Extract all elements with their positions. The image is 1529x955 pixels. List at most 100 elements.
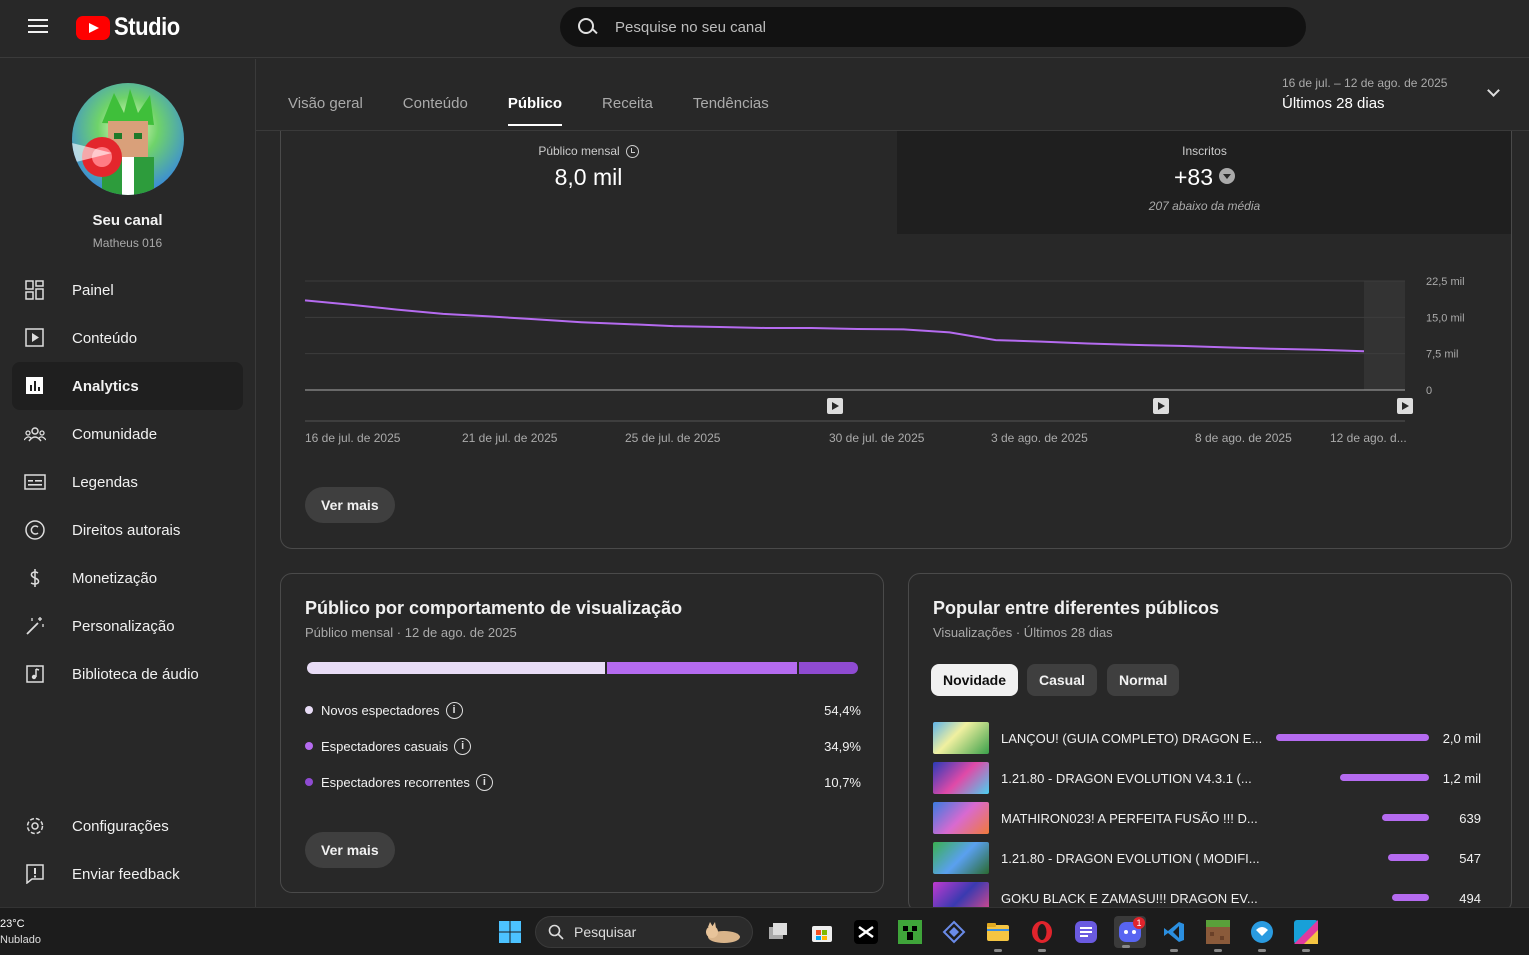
video-views: 1,2 mil <box>1442 771 1481 786</box>
legend-value: 10,7% <box>824 774 861 790</box>
metric-subscribers[interactable]: Inscritos +83 207 abaixo da média <box>897 131 1511 234</box>
sidebar-item-personalizacao[interactable]: Personalização <box>12 602 243 650</box>
sidebar-item-painel[interactable]: Painel <box>12 266 243 314</box>
windows-start-icon[interactable] <box>498 920 522 944</box>
info-icon[interactable]: i <box>475 773 493 791</box>
arrow-down-icon <box>1219 168 1235 184</box>
top-bar: Studio <box>0 0 1529 58</box>
date-range-selector[interactable]: 16 de jul. – 12 de ago. de 2025 Últimos … <box>1282 76 1512 116</box>
minecraft-icon[interactable] <box>898 920 922 944</box>
sidebar-item-conteudo[interactable]: Conteúdo <box>12 314 243 362</box>
legend-row-casual-viewers: Espectadores casuais i 34,9% <box>305 736 861 756</box>
latest-period-band <box>1364 281 1405 390</box>
behavior-segment[interactable] <box>606 662 798 674</box>
photopea-icon[interactable] <box>1294 920 1318 952</box>
y-tick-label: 7,5 mil <box>1426 349 1458 361</box>
x-tick-label: 25 de jul. de 2025 <box>625 431 721 445</box>
channel-title: Seu canal <box>92 212 163 229</box>
viewing-behavior-card: Público por comportamento de visualizaçã… <box>280 573 884 893</box>
taskbar-search[interactable]: Pesquisar <box>535 916 753 948</box>
app-icon[interactable] <box>1250 920 1274 952</box>
tab-conteudo[interactable]: Conteúdo <box>403 95 468 126</box>
metric-note: 207 abaixo da média <box>1148 199 1261 213</box>
sidebar-item-analytics[interactable]: Analytics <box>12 362 243 410</box>
card-subtitle: Público mensal · 12 de ago. de 2025 <box>305 625 517 640</box>
video-thumbnail <box>933 802 989 834</box>
see-more-button[interactable]: Ver mais <box>305 832 395 868</box>
opera-icon[interactable] <box>1030 920 1054 952</box>
video-views-bar <box>1276 734 1429 741</box>
sidebar-item-label: Monetização <box>72 569 158 587</box>
behavior-segment[interactable] <box>307 662 605 674</box>
info-icon[interactable]: i <box>454 737 472 755</box>
chip-novidade[interactable]: Novidade <box>931 664 1019 696</box>
subtitles-icon <box>24 474 46 490</box>
behavior-stacked-bar[interactable] <box>307 662 858 674</box>
sidebar-item-label: Analytics <box>72 377 139 395</box>
discord-icon[interactable]: 1 <box>1114 916 1146 948</box>
card-title: Popular entre diferentes públicos <box>933 598 1220 618</box>
see-more-button[interactable]: Ver mais <box>305 487 395 523</box>
legend-label: Novos espectadores <box>321 702 440 718</box>
video-views-bar <box>1392 894 1429 901</box>
legend-row-returning-viewers: Espectadores recorrentes i 10,7% <box>305 772 861 792</box>
video-row[interactable]: 1.21.80 - DRAGON EVOLUTION V4.3.1 (... 1… <box>933 762 1481 794</box>
vscode-icon[interactable] <box>1162 920 1186 952</box>
y-tick-label: 15,0 mil <box>1426 312 1465 324</box>
sidebar-item-label: Configurações <box>72 817 169 835</box>
video-views-bar <box>1387 854 1429 861</box>
video-row[interactable]: LANÇOU! (GUIA COMPLETO) DRAGON E... 2,0 … <box>933 722 1481 754</box>
channel-avatar[interactable] <box>72 83 184 195</box>
copyright-icon <box>25 520 45 540</box>
tab-publico[interactable]: Público <box>507 95 563 126</box>
task-view-icon[interactable] <box>766 920 790 944</box>
search-bar[interactable] <box>560 7 1306 47</box>
tab-tendencias[interactable]: Tendências <box>693 95 769 126</box>
sidebar-item-label: Painel <box>72 281 114 299</box>
app-icon[interactable] <box>942 920 966 944</box>
x-tick-label: 21 de jul. de 2025 <box>462 431 558 445</box>
metric-monthly-audience[interactable]: Público mensal 8,0 mil <box>281 131 896 234</box>
minecraft-block-icon[interactable] <box>1206 920 1230 952</box>
sidebar-item-enviar-feedback[interactable]: Enviar feedback <box>12 850 243 898</box>
sidebar-item-monetizacao[interactable]: Monetização <box>12 554 243 602</box>
video-row[interactable]: 1.21.80 - DRAGON EVOLUTION ( MODIFI... 5… <box>933 842 1481 874</box>
tab-receita[interactable]: Receita <box>602 95 653 126</box>
video-views: 639 <box>1459 811 1481 826</box>
file-explorer-icon[interactable] <box>986 920 1010 952</box>
card-subtitle: Visualizações · Últimos 28 dias <box>933 625 1113 640</box>
app-icon[interactable] <box>1074 920 1098 944</box>
youtube-logo-icon <box>76 15 110 40</box>
behavior-segment[interactable] <box>799 662 858 674</box>
sidebar-item-legendas[interactable]: Legendas <box>12 458 243 506</box>
sidebar-item-configuracoes[interactable]: Configurações <box>12 802 243 850</box>
tab-visao-geral[interactable]: Visão geral <box>288 95 363 126</box>
weather-temperature[interactable]: 23°C <box>0 918 25 930</box>
capcut-icon[interactable] <box>854 920 878 944</box>
chip-casual[interactable]: Casual <box>1027 664 1097 696</box>
sidebar-item-biblioteca-de-audio[interactable]: Biblioteca de áudio <box>12 650 243 698</box>
audience-line-chart[interactable]: 22,5 mil 15,0 mil 7,5 mil 0 16 de jul. de 20… <box>281 271 1512 471</box>
search-icon <box>548 924 564 940</box>
video-row[interactable]: MATHIRON023! A PERFEITA FUSÃO !!! D... 6… <box>933 802 1481 834</box>
windows-taskbar: 23°C Nublado Pesquisar 1 <box>0 907 1529 955</box>
sidebar-item-label: Personalização <box>72 617 175 635</box>
search-icon[interactable] <box>578 18 596 36</box>
community-icon <box>24 427 46 442</box>
video-views-bar <box>1340 774 1429 781</box>
chip-normal[interactable]: Normal <box>1107 664 1180 696</box>
video-thumbnail <box>933 842 989 874</box>
search-input[interactable] <box>615 18 1215 36</box>
microsoft-store-icon[interactable] <box>810 920 834 944</box>
dashboard-icon <box>25 280 44 300</box>
studio-logo[interactable]: Studio <box>76 13 189 42</box>
audience-overview-card: Público mensal 8,0 mil Inscritos +83 207… <box>280 131 1512 549</box>
legend-label: Espectadores casuais <box>321 738 449 754</box>
legend-dot <box>305 706 313 714</box>
weather-condition[interactable]: Nublado <box>0 934 41 946</box>
sidebar-item-comunidade[interactable]: Comunidade <box>12 410 243 458</box>
menu-icon[interactable] <box>28 18 48 34</box>
info-icon[interactable]: i <box>445 701 463 719</box>
analytics-icon <box>26 377 43 394</box>
sidebar-item-direitos-autorais[interactable]: Direitos autorais <box>12 506 243 554</box>
